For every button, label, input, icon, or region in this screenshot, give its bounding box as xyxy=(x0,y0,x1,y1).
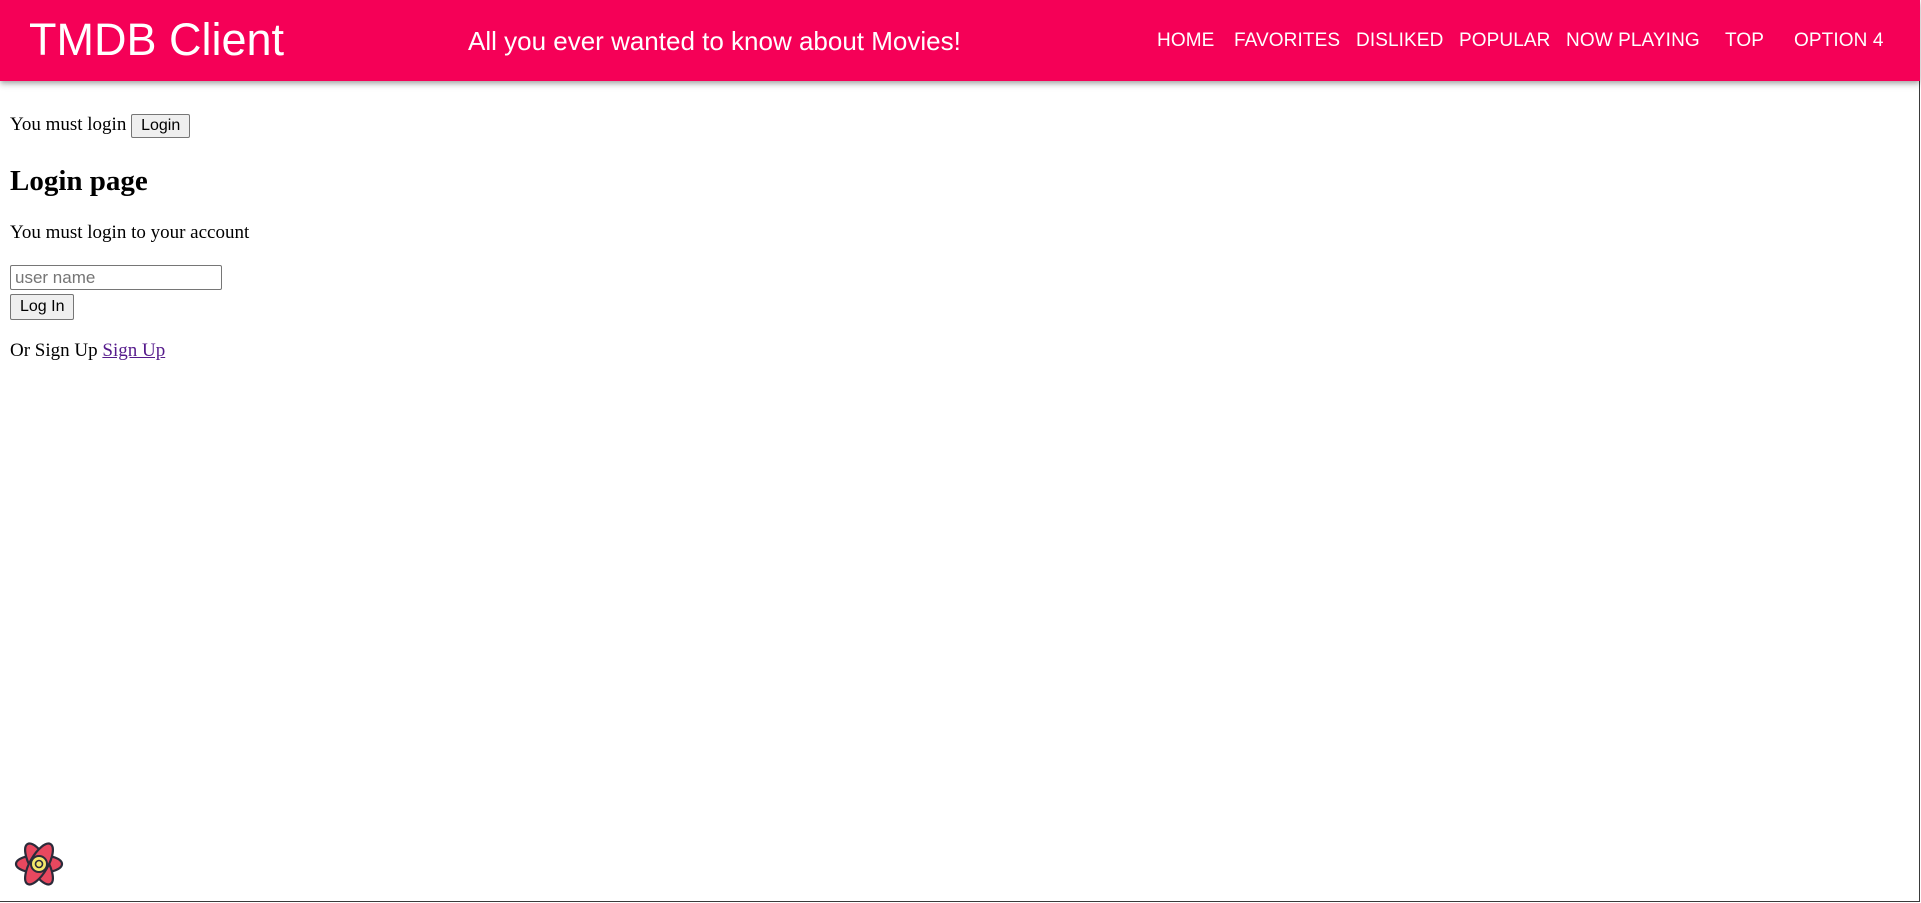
login-prompt: You must login Login xyxy=(10,110,191,140)
nav-popular[interactable]: POPULAR xyxy=(1459,29,1551,53)
nav-top[interactable]: TOP xyxy=(1725,29,1764,53)
nav-home-link[interactable]: HOME xyxy=(1157,29,1214,53)
must-login-text: You must login xyxy=(10,114,127,135)
nav-now-playing[interactable]: NOW PLAYING xyxy=(1566,29,1700,53)
nav-favorites[interactable]: FAVORITES xyxy=(1234,29,1340,53)
app-title[interactable]: TMDB Client xyxy=(29,14,284,66)
page-frame xyxy=(0,0,1920,902)
react-devtools-icon[interactable] xyxy=(13,838,65,890)
app-bar: TMDB Client All you ever wanted to know … xyxy=(0,0,1920,81)
nav-disliked[interactable]: DISLIKED xyxy=(1356,29,1443,53)
nav-option-4[interactable]: OPTION 4 xyxy=(1794,29,1883,53)
login-instructions: You must login to your account xyxy=(10,222,250,243)
signup-line: Or Sign Up Sign Up xyxy=(10,337,165,365)
app-tagline: All you ever wanted to know about Movies… xyxy=(468,26,961,56)
page-title: Login page xyxy=(10,165,148,197)
username-input[interactable] xyxy=(10,265,222,290)
signup-prefix: Or Sign Up xyxy=(10,340,98,361)
log-in-button[interactable]: Log In xyxy=(10,294,75,320)
login-button[interactable]: Login xyxy=(131,113,191,138)
signup-link[interactable]: Sign Up xyxy=(102,340,165,361)
